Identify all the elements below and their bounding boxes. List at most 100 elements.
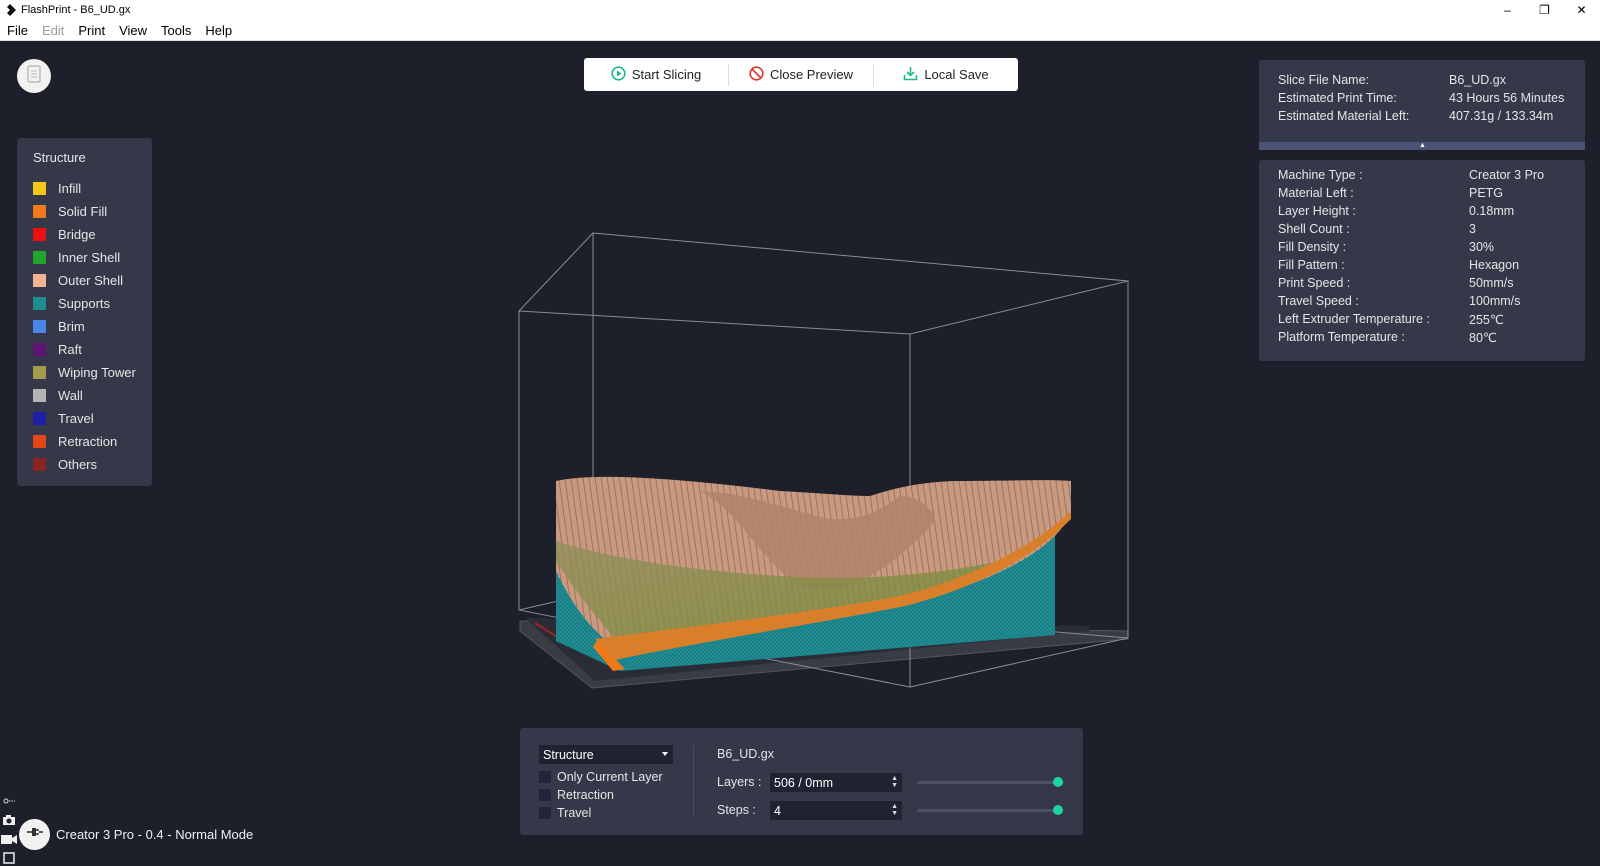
legend-swatch: [33, 182, 46, 195]
info-value: 407.31g / 133.34m: [1449, 109, 1554, 123]
travel-checkbox[interactable]: Travel: [539, 804, 591, 822]
info-key: Layer Height :: [1278, 204, 1356, 218]
info-row: Left Extruder Temperature : 255℃: [1278, 310, 1585, 328]
legend-item: Brim: [33, 315, 152, 338]
legend-label: Inner Shell: [58, 250, 121, 265]
local-save-button[interactable]: Local Save: [874, 58, 1018, 91]
steps-slider[interactable]: [917, 805, 1063, 815]
retraction-checkbox[interactable]: Retraction: [539, 786, 614, 804]
info-value: 255℃: [1469, 312, 1504, 327]
maximize-button[interactable]: ❐: [1526, 0, 1563, 20]
menu-help[interactable]: Help: [198, 23, 239, 38]
legend-label: Retraction: [58, 434, 118, 449]
close-button[interactable]: ✕: [1563, 0, 1600, 20]
legend-label: Raft: [58, 342, 82, 357]
legend-item: Travel: [33, 407, 152, 430]
video-icon[interactable]: [0, 832, 18, 846]
info-key: Fill Pattern :: [1278, 258, 1345, 272]
info-row: Print Speed : 50mm/s: [1278, 274, 1585, 292]
checkbox-box[interactable]: [539, 771, 551, 783]
layers-slider[interactable]: [917, 777, 1063, 787]
spinner-arrows-icon[interactable]: ▲ ▼: [891, 775, 898, 789]
play-icon: [611, 65, 626, 84]
info-row: Material Left : PETG: [1278, 184, 1585, 202]
menu-tools[interactable]: Tools: [154, 23, 198, 38]
info-row: Fill Density : 30%: [1278, 238, 1585, 256]
legend-item: Raft: [33, 338, 152, 361]
legend-swatch: [33, 435, 46, 448]
legend-swatch: [33, 251, 46, 264]
only-current-layer-checkbox[interactable]: Only Current Layer: [539, 768, 663, 786]
layers-spinbox[interactable]: 506 / 0mm ▲ ▼: [770, 773, 902, 792]
info-key: Slice File Name:: [1278, 73, 1369, 87]
legend-label: Infill: [58, 181, 82, 196]
download-icon: [903, 66, 918, 84]
legend-label: Solid Fill: [58, 204, 108, 219]
checkbox-label: Retraction: [557, 788, 614, 802]
legend-swatch: [33, 389, 46, 402]
menu-view[interactable]: View: [112, 23, 154, 38]
info-row: Estimated Material Left: 407.31g / 133.34…: [1278, 107, 1585, 125]
prohibited-icon: [749, 65, 764, 84]
minimize-button[interactable]: –: [1489, 0, 1526, 20]
info-value: B6_UD.gx: [1449, 73, 1506, 87]
layers-value: 506 / 0mm: [774, 775, 834, 790]
display-mode-value: Structure: [543, 747, 594, 762]
legend-swatch: [33, 297, 46, 310]
legend-label: Bridge: [58, 227, 96, 242]
info-value: 80℃: [1469, 330, 1497, 345]
legend-swatch: [33, 320, 46, 333]
structure-legend: Structure Infill Solid Fill Bridge Inner Sh…: [17, 138, 152, 486]
info-key: Material Left :: [1278, 186, 1354, 200]
steps-spinbox[interactable]: 4 ▲ ▼: [770, 801, 902, 820]
legend-swatch: [33, 205, 46, 218]
steps-value: 4: [774, 803, 781, 818]
legend-label: Wiping Tower: [58, 365, 136, 380]
info-row: Travel Speed : 100mm/s: [1278, 292, 1585, 310]
collapse-caret-icon[interactable]: ▲: [1419, 142, 1426, 149]
legend-item: Infill: [33, 177, 152, 200]
info-key: Estimated Print Time:: [1278, 91, 1397, 105]
spinner-arrows-icon[interactable]: ▲ ▼: [891, 803, 898, 817]
close-preview-label: Close Preview: [769, 67, 854, 82]
camera-icon[interactable]: [0, 813, 18, 827]
window-controls: – ❐ ✕: [1489, 0, 1600, 20]
info-value: 100mm/s: [1469, 294, 1521, 308]
legend-swatch: [33, 343, 46, 356]
preview-viewport[interactable]: Start Slicing Close Preview Local Save S…: [0, 41, 1600, 866]
link-icon[interactable]: [0, 794, 18, 808]
legend-swatch: [33, 412, 46, 425]
layers-label: Layers :: [717, 775, 762, 789]
menu-print[interactable]: Print: [71, 23, 112, 38]
checkbox-box[interactable]: [539, 807, 551, 819]
steps-slider-handle[interactable]: [1053, 805, 1063, 815]
legend-item: Wiping Tower: [33, 361, 152, 384]
info-row: Estimated Print Time: 43 Hours 56 Minutes: [1278, 89, 1585, 107]
preview-file-name: B6_UD.gx: [717, 747, 774, 761]
legend-label: Wall: [58, 388, 83, 403]
display-mode-select[interactable]: Structure: [539, 745, 673, 764]
model-list-button[interactable]: [17, 59, 51, 93]
legend-item: Others: [33, 453, 152, 476]
checkbox-box[interactable]: [539, 789, 551, 801]
start-slicing-button[interactable]: Start Slicing: [584, 58, 728, 91]
checkbox-label: Only Current Layer: [557, 770, 663, 784]
square-icon[interactable]: [0, 851, 18, 865]
info-row: Platform Temperature : 80℃: [1278, 328, 1585, 346]
legend-label: Supports: [58, 296, 111, 311]
layers-slider-handle[interactable]: [1053, 777, 1063, 787]
info-row: Shell Count : 3: [1278, 220, 1585, 238]
printer-connect-button[interactable]: [19, 819, 50, 850]
info-key: Shell Count :: [1278, 222, 1350, 236]
menu-file[interactable]: File: [0, 23, 35, 38]
menu-edit[interactable]: Edit: [35, 23, 71, 38]
close-preview-button[interactable]: Close Preview: [729, 58, 873, 91]
legend-label: Brim: [58, 319, 85, 334]
info-key: Fill Density :: [1278, 240, 1347, 254]
legend-swatch: [33, 458, 46, 471]
legend-item: Supports: [33, 292, 152, 315]
steps-label: Steps :: [717, 803, 756, 817]
checkbox-label: Travel: [557, 806, 592, 820]
preview-toolbar: Start Slicing Close Preview Local Save: [584, 58, 1018, 91]
info-row: Slice File Name: B6_UD.gx: [1278, 71, 1585, 89]
